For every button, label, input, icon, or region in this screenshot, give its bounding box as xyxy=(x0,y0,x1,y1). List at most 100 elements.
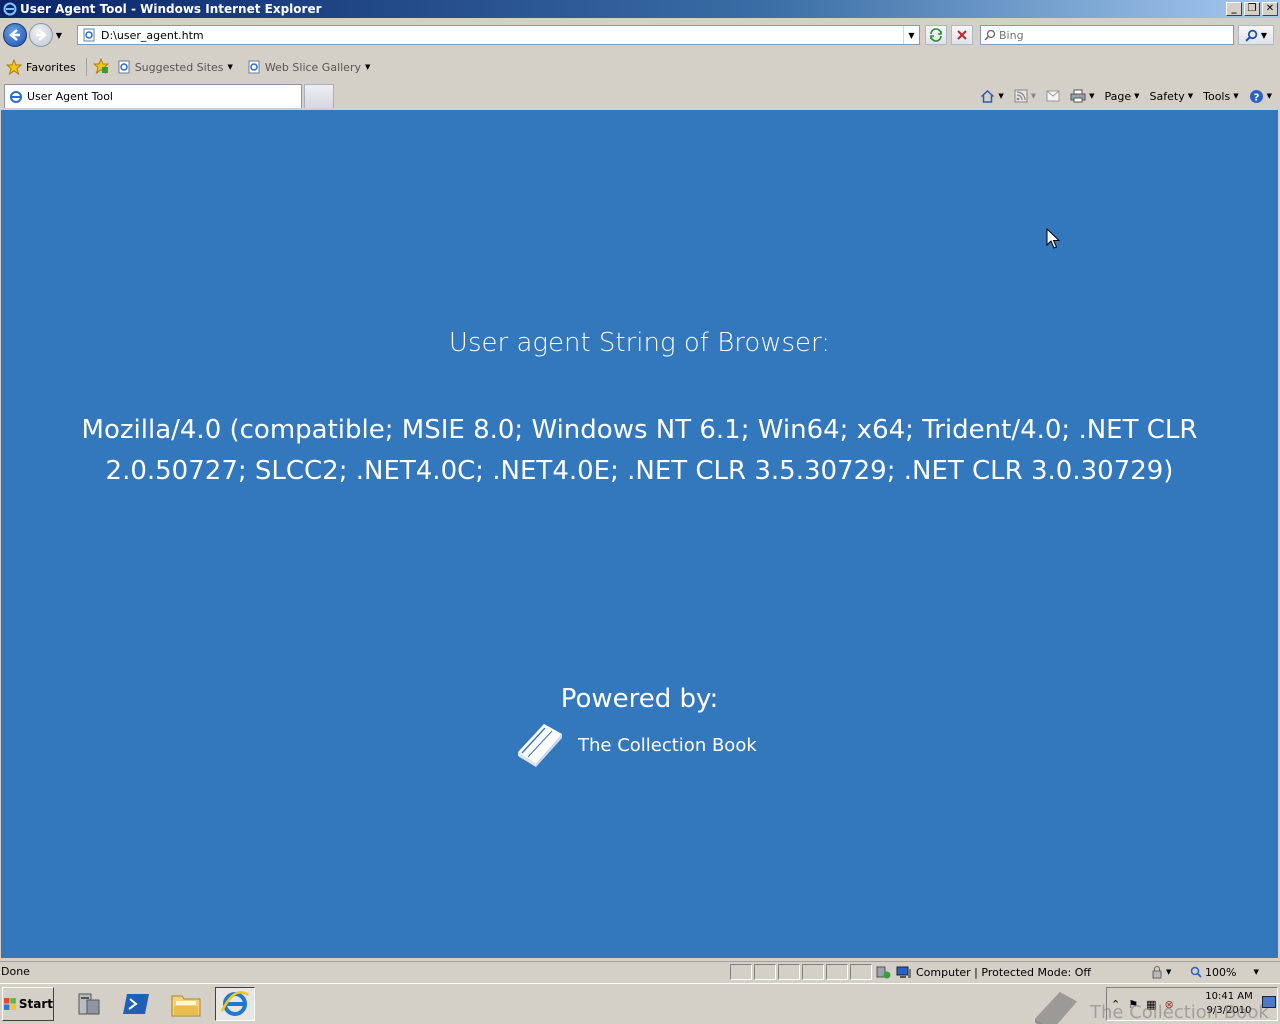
recent-pages-dropdown[interactable]: ▼ xyxy=(53,23,65,47)
refresh-icon xyxy=(930,28,942,42)
brand-name: The Collection Book xyxy=(578,734,757,756)
zoom-icon xyxy=(1190,966,1202,978)
add-ons-icon xyxy=(876,966,891,979)
home-button[interactable]: ▼ xyxy=(980,89,1004,104)
new-tab-button[interactable] xyxy=(304,84,334,108)
status-cell xyxy=(802,964,824,980)
safety-menu[interactable]: Safety ▼ xyxy=(1150,90,1194,103)
watermark-text: The Collection Book xyxy=(1090,1001,1269,1023)
server-manager-icon xyxy=(78,993,100,1015)
add-favorite-icon[interactable] xyxy=(92,57,110,77)
ie-icon xyxy=(220,991,249,1016)
mouse-cursor-icon xyxy=(1046,228,1060,249)
tab-label: User Agent Tool xyxy=(27,90,113,103)
command-bar: ▼ ▼ ▼ Page ▼ Safety ▼ Tools ▼ ? ▼ xyxy=(980,86,1272,106)
star-icon xyxy=(6,59,22,75)
address-dropdown[interactable]: ▼ xyxy=(903,26,919,44)
page-menu-label: Page xyxy=(1104,89,1132,103)
powershell-icon xyxy=(123,994,149,1014)
chevron-down-icon: ▼ xyxy=(1030,92,1037,100)
protected-mode-button[interactable]: ▼ xyxy=(1150,964,1186,980)
restore-button[interactable]: ❐ xyxy=(1244,2,1260,16)
chevron-down-icon: ▼ xyxy=(1166,968,1172,976)
magnifier-icon xyxy=(1245,29,1258,42)
lock-settings-icon xyxy=(1152,966,1162,979)
address-bar[interactable]: ▼ xyxy=(77,25,920,45)
powered-by-label: Powered by: xyxy=(560,684,719,714)
internet-explorer-taskbar-button[interactable] xyxy=(215,987,255,1021)
chevron-down-icon: ▼ xyxy=(1266,92,1272,100)
tools-menu[interactable]: Tools ▼ xyxy=(1203,90,1239,103)
tools-menu-label: Tools xyxy=(1203,89,1231,103)
stop-icon xyxy=(957,30,967,40)
refresh-button[interactable] xyxy=(925,25,947,45)
read-mail-button[interactable] xyxy=(1046,90,1060,102)
chevron-down-icon: ▼ xyxy=(1253,968,1259,976)
book-icon xyxy=(518,724,562,767)
web-slice-gallery-link[interactable]: Web Slice Gallery ▼ xyxy=(247,60,370,74)
safety-menu-label: Safety xyxy=(1149,89,1185,103)
stop-button[interactable] xyxy=(951,25,973,45)
print-button[interactable]: ▼ xyxy=(1070,89,1095,103)
zoom-control[interactable]: 100% ▼ xyxy=(1190,964,1259,980)
search-box[interactable] xyxy=(980,25,1234,45)
folder-icon xyxy=(171,995,201,1017)
ie-icon xyxy=(10,90,22,103)
page-icon xyxy=(81,27,97,43)
zoom-level: 100% xyxy=(1205,965,1237,979)
back-button[interactable] xyxy=(3,23,27,47)
chevron-down-icon: ▼ xyxy=(1233,92,1239,100)
tab-user-agent-tool[interactable]: User Agent Tool xyxy=(4,84,302,108)
home-icon xyxy=(981,89,995,103)
suggested-sites-link[interactable]: Suggested Sites ▼ xyxy=(117,60,233,74)
ie-icon xyxy=(3,2,17,16)
help-menu[interactable]: ? ▼ xyxy=(1249,89,1272,104)
computer-icon xyxy=(896,966,911,978)
start-label: Start xyxy=(18,997,53,1011)
search-button[interactable]: ▼ xyxy=(1238,25,1274,45)
forward-button[interactable] xyxy=(29,23,53,47)
ie-page-icon xyxy=(248,60,260,74)
start-button[interactable]: Start xyxy=(2,987,54,1021)
favorites-bar: Favorites Suggested Sites ▼ Web Slice Ga… xyxy=(0,54,1280,80)
mail-icon xyxy=(1046,90,1060,102)
favorites-button[interactable]: Favorites xyxy=(0,59,82,75)
search-icon xyxy=(981,29,999,41)
minimize-button[interactable]: _ xyxy=(1226,2,1242,16)
watermark-book-icon xyxy=(1034,991,1078,1024)
ie-page-icon xyxy=(118,60,130,74)
page-content: User agent String of Browser: Mozilla/4.… xyxy=(1,110,1278,958)
ua-heading: User agent String of Browser: xyxy=(448,328,831,358)
printer-icon xyxy=(1070,89,1086,103)
help-icon: ? xyxy=(1249,89,1263,103)
server-manager-button[interactable] xyxy=(68,987,108,1021)
link-label: Web Slice Gallery xyxy=(264,60,361,74)
address-input[interactable] xyxy=(101,28,903,42)
status-cell xyxy=(754,964,776,980)
explorer-button[interactable] xyxy=(166,987,206,1021)
tab-row: User Agent Tool ▼ ▼ ▼ Page ▼ Safety ▼ To… xyxy=(0,82,1280,108)
status-bar: Done Computer | Protected Mode: Off ▼ 10… xyxy=(0,961,1280,981)
security-zone[interactable]: Computer | Protected Mode: Off xyxy=(876,964,1091,980)
chevron-down-icon: ▼ xyxy=(227,63,233,71)
arrow-right-icon xyxy=(36,29,47,41)
status-cells xyxy=(730,964,872,980)
arrow-left-icon xyxy=(9,29,20,41)
chevron-down-icon: ▼ xyxy=(1134,92,1140,100)
feeds-button[interactable]: ▼ xyxy=(1014,89,1036,103)
status-cell xyxy=(826,964,848,980)
ua-string: Mozilla/4.0 (compatible; MSIE 8.0; Windo… xyxy=(81,415,1198,486)
window-title: User Agent Tool - Windows Internet Explo… xyxy=(20,2,322,16)
watermark: The Collection Book xyxy=(1028,990,1269,1024)
title-bar: User Agent Tool - Windows Internet Explo… xyxy=(0,0,1280,18)
search-input[interactable] xyxy=(999,28,1233,42)
brand-link[interactable]: The Collection Book xyxy=(514,722,757,768)
svg-text:?: ? xyxy=(1253,92,1259,103)
close-button[interactable]: ✕ xyxy=(1262,2,1278,16)
chevron-down-icon: ▼ xyxy=(1187,92,1194,100)
powershell-button[interactable] xyxy=(116,987,156,1021)
chevron-down-icon: ▼ xyxy=(1089,92,1095,100)
page-menu[interactable]: Page ▼ xyxy=(1105,90,1140,103)
status-cell xyxy=(850,964,872,980)
favorites-label: Favorites xyxy=(26,60,76,74)
